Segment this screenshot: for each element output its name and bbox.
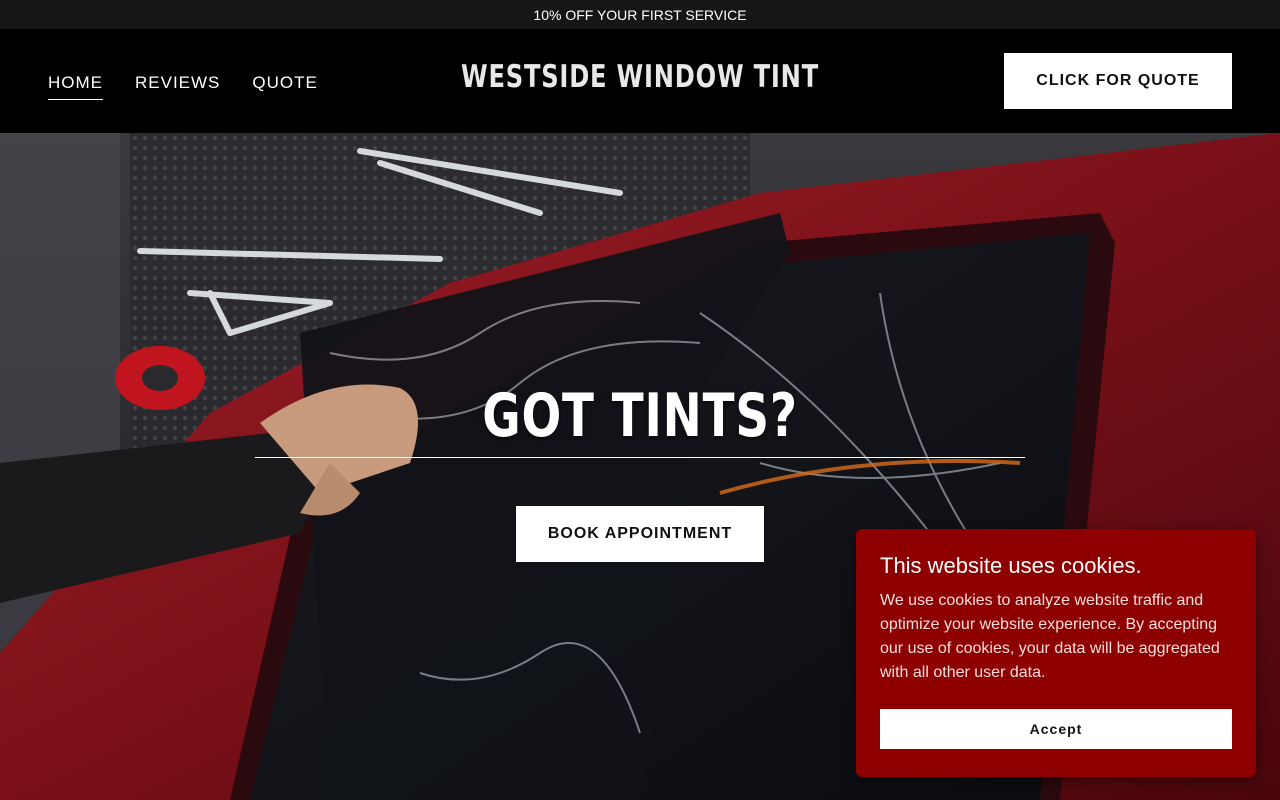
nav-link-home[interactable]: HOME	[48, 73, 103, 100]
click-for-quote-button[interactable]: CLICK FOR QUOTE	[1004, 53, 1232, 109]
site-title[interactable]: WESTSIDE WINDOW TINT	[141, 59, 1139, 95]
book-appointment-button[interactable]: BOOK APPOINTMENT	[516, 506, 764, 562]
hero-divider	[255, 457, 1025, 458]
site-header: HOME REVIEWS QUOTE WESTSIDE WINDOW TINT …	[0, 29, 1280, 133]
cookie-banner-title: This website uses cookies.	[880, 553, 1142, 578]
promo-bar: 10% OFF YOUR FIRST SERVICE	[0, 0, 1280, 29]
hero-title: GOT TINTS?	[482, 381, 798, 451]
cookie-accept-button[interactable]: Accept	[880, 709, 1232, 749]
cookie-banner: This website uses cookies. We use cookie…	[856, 529, 1256, 777]
cookie-banner-text: We use cookies to analyze website traffi…	[880, 592, 1220, 681]
promo-text: 10% OFF YOUR FIRST SERVICE	[533, 6, 747, 23]
